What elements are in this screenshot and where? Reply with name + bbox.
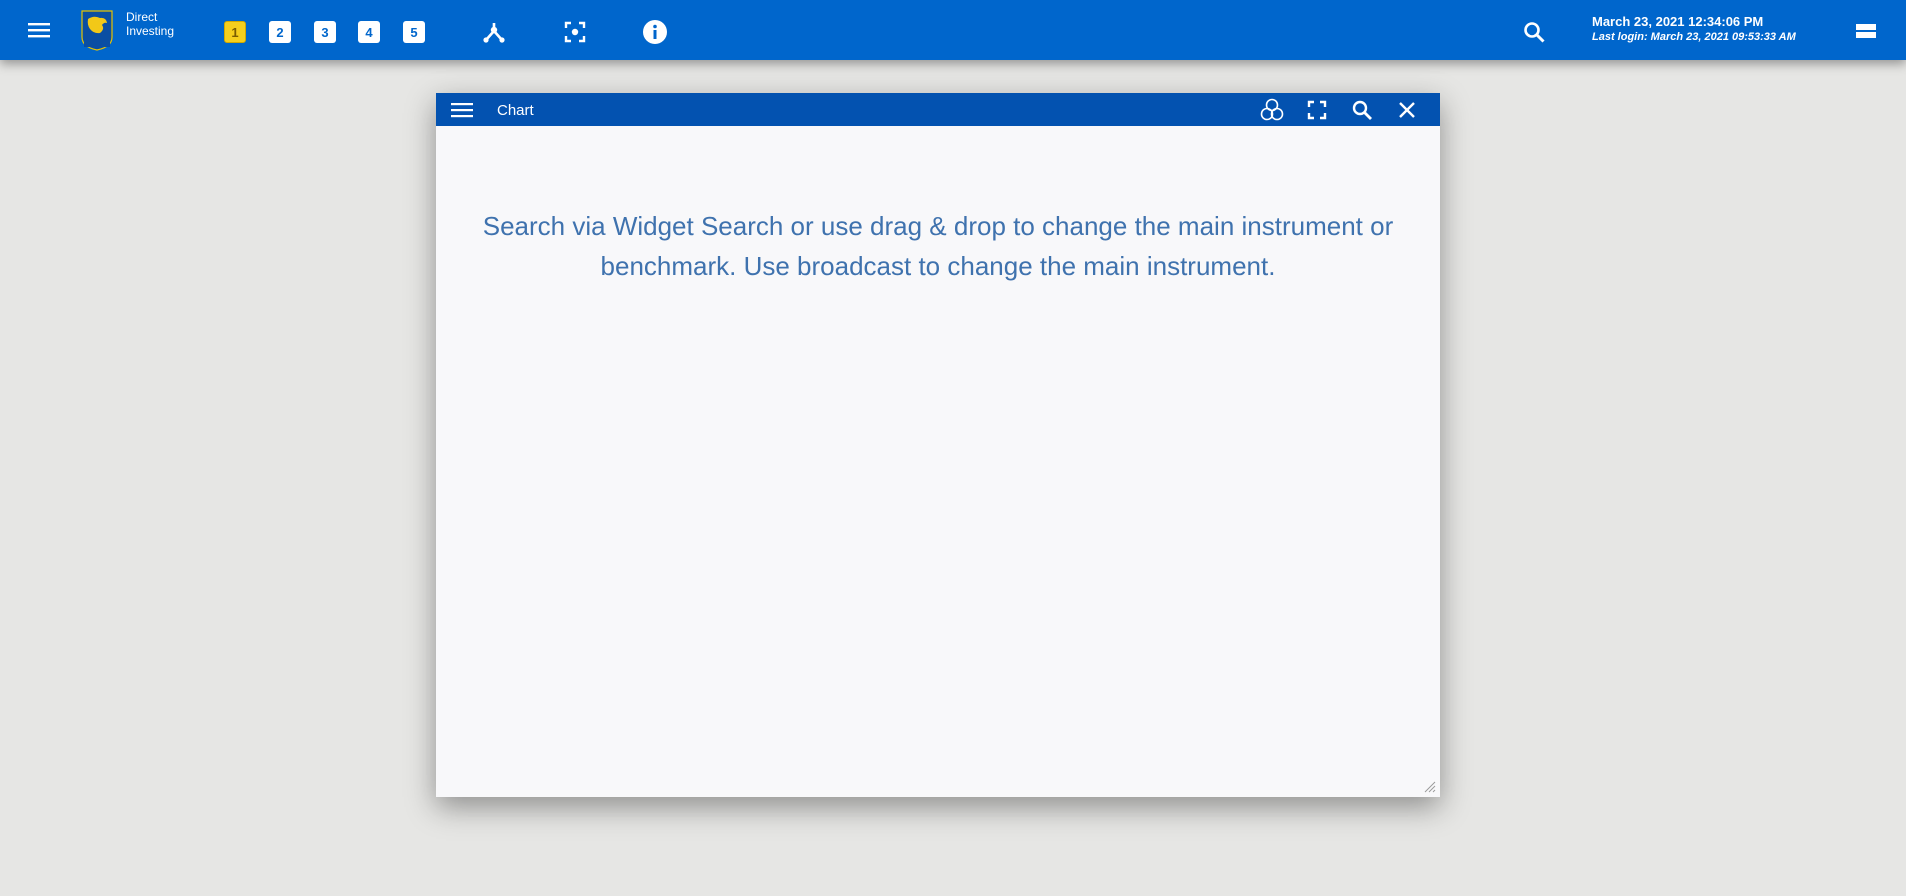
info-button[interactable]	[641, 18, 669, 46]
widget-body[interactable]: Search via Widget Search or use drag & d…	[436, 126, 1440, 797]
link-groups-button[interactable]	[1259, 97, 1285, 123]
workspace-tab-5[interactable]: 5	[403, 21, 425, 43]
workspace-tab-1[interactable]: 1	[224, 21, 246, 43]
layout-icon	[1856, 24, 1876, 38]
focus-button[interactable]	[561, 18, 589, 46]
layout-button[interactable]	[1854, 20, 1878, 42]
info-icon	[643, 20, 667, 44]
empty-state-message: Search via Widget Search or use drag & d…	[482, 211, 1394, 281]
close-button[interactable]	[1394, 97, 1420, 123]
link-groups-icon	[1260, 98, 1284, 121]
connect-icon	[483, 23, 505, 43]
fullscreen-icon	[1307, 100, 1327, 120]
widget-menu-button[interactable]	[450, 99, 474, 121]
workspace-tab-3[interactable]: 3	[314, 21, 336, 43]
menu-icon	[451, 103, 473, 118]
focus-icon	[564, 21, 586, 43]
brand-line-1: Direct	[126, 10, 158, 24]
widget-title: Chart	[497, 101, 534, 119]
menu-icon	[28, 23, 50, 38]
top-navigation-bar: Direct Investing 1 2 3 4 5 March 23, 202…	[0, 0, 1906, 60]
current-datetime: March 23, 2021 12:34:06 PM	[1592, 14, 1764, 29]
connect-button[interactable]	[480, 18, 508, 46]
rbc-logo[interactable]	[79, 8, 115, 52]
resize-grip-icon	[1424, 781, 1436, 793]
widget-search-button[interactable]	[1349, 97, 1375, 123]
rbc-lion-shield-icon	[81, 10, 113, 51]
close-icon	[1399, 102, 1415, 118]
last-login: Last login: March 23, 2021 09:53:33 AM	[1592, 31, 1796, 43]
widget-header[interactable]: Chart	[436, 93, 1440, 126]
workspace-tab-4[interactable]: 4	[358, 21, 380, 43]
search-icon	[1352, 100, 1372, 120]
workspace-tab-2[interactable]: 2	[269, 21, 291, 43]
chart-widget: Chart Search via Widget Search or use dr…	[436, 93, 1440, 797]
brand-line-2: Investing	[126, 24, 175, 38]
brand-name: Direct Investing	[126, 10, 206, 40]
search-icon	[1524, 22, 1545, 43]
session-info: March 23, 2021 12:34:06 PM Last login: M…	[1592, 14, 1852, 48]
main-menu-button[interactable]	[26, 19, 52, 41]
resize-handle[interactable]	[1422, 779, 1436, 793]
fullscreen-button[interactable]	[1304, 97, 1330, 123]
global-search-button[interactable]	[1520, 18, 1548, 46]
